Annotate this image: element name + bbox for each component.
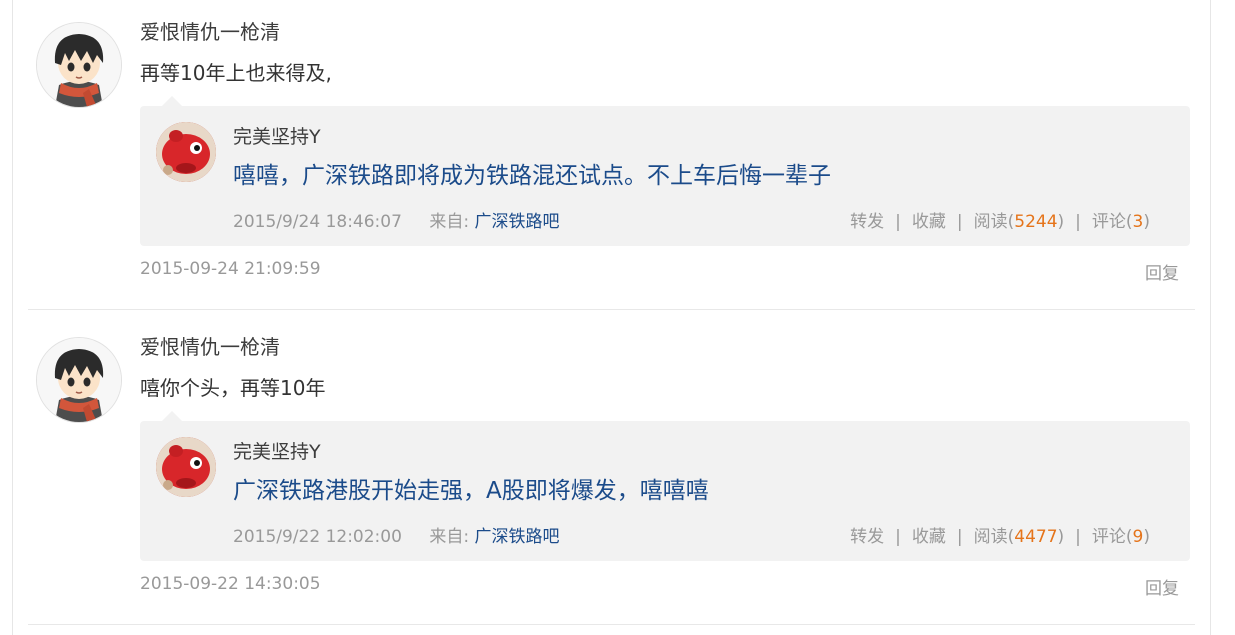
red-toy-avatar-icon [156,122,216,182]
reply-item: 爱恨情仇一枪清 再等10年上也来得及, 完美坚持Y 嘻嘻，广深铁路即将成为铁路混… [28,0,1195,310]
comment-count: 3 [1132,212,1144,232]
read-stat[interactable]: 阅读(4477) [974,527,1065,547]
comment-stat[interactable]: 评论(9) [1092,527,1150,547]
favorite-button[interactable]: 收藏 [912,212,946,232]
comment-label: 评论 [1091,212,1126,232]
comment-count: 9 [1132,527,1144,547]
source-label: 来自: [429,527,470,547]
reply-author[interactable]: 爱恨情仇一枪清 [140,335,280,359]
quoted-post: 完美坚持Y 嘻嘻，广深铁路即将成为铁路混还试点。不上车后悔一辈子 2015/9/… [140,96,1190,246]
quoted-author[interactable]: 完美坚持Y [233,122,321,149]
quoted-author[interactable]: 完美坚持Y [233,437,321,464]
quoted-time: 2015/9/22 12:02:00 [233,527,402,547]
quoted-text[interactable]: 广深铁路港股开始走强，A股即将爆发，嘻嘻嘻 [233,471,709,505]
red-toy-avatar-icon [156,437,216,497]
read-label: 阅读 [973,527,1008,547]
quoted-meta: 2015/9/24 18:46:07 来自: 广深铁路吧 [233,207,559,232]
quoted-user-avatar[interactable] [156,437,216,497]
reply-divider [28,624,1195,625]
quoted-actions: 转发 | 收藏 | 阅读(4477) | 评论(9) [850,522,1150,547]
source-link[interactable]: 广深铁路吧 [474,212,559,232]
repost-button[interactable]: 转发 [850,212,884,232]
reply-text: 嘻你个头，再等10年 [140,376,326,400]
reply-button[interactable]: 回复 [1145,259,1179,284]
right-border [1210,0,1211,635]
user-avatar[interactable] [36,22,122,108]
comment-label: 评论 [1091,527,1126,547]
source-label: 来自: [429,212,470,232]
quoted-actions: 转发 | 收藏 | 阅读(5244) | 评论(3) [850,207,1150,232]
left-border [12,0,13,635]
favorite-button[interactable]: 收藏 [912,527,946,547]
reply-divider [28,309,1195,310]
action-separator: | [956,212,963,232]
action-separator: | [895,212,901,232]
reply-time: 2015-09-22 14:30:05 [140,574,321,594]
read-count: 5244 [1014,212,1058,232]
quoted-meta: 2015/9/22 12:02:00 来自: 广深铁路吧 [233,522,559,547]
anime-boy-avatar-icon [37,338,121,422]
action-separator: | [956,527,963,547]
reply-time: 2015-09-24 21:09:59 [140,259,321,279]
action-separator: | [895,527,901,547]
read-stat[interactable]: 阅读(5244) [974,212,1065,232]
read-label: 阅读 [973,212,1008,232]
quoted-text[interactable]: 嘻嘻，广深铁路即将成为铁路混还试点。不上车后悔一辈子 [233,156,831,190]
quoted-post: 完美坚持Y 广深铁路港股开始走强，A股即将爆发，嘻嘻嘻 2015/9/22 12… [140,411,1190,561]
anime-boy-avatar-icon [37,23,121,107]
read-count: 4477 [1014,527,1058,547]
quoted-time: 2015/9/24 18:46:07 [233,212,402,232]
reply-button[interactable]: 回复 [1145,574,1179,599]
quoted-user-avatar[interactable] [156,122,216,182]
user-avatar[interactable] [36,337,122,423]
action-separator: | [1075,527,1081,547]
comment-stat[interactable]: 评论(3) [1092,212,1150,232]
reply-author[interactable]: 爱恨情仇一枪清 [140,20,280,44]
reply-text: 再等10年上也来得及, [140,61,332,85]
repost-button[interactable]: 转发 [850,527,884,547]
reply-item: 爱恨情仇一枪清 嘻你个头，再等10年 完美坚持Y 广深铁路港股开始走强，A股即将… [28,315,1195,625]
action-separator: | [1075,212,1081,232]
source-link[interactable]: 广深铁路吧 [474,527,559,547]
